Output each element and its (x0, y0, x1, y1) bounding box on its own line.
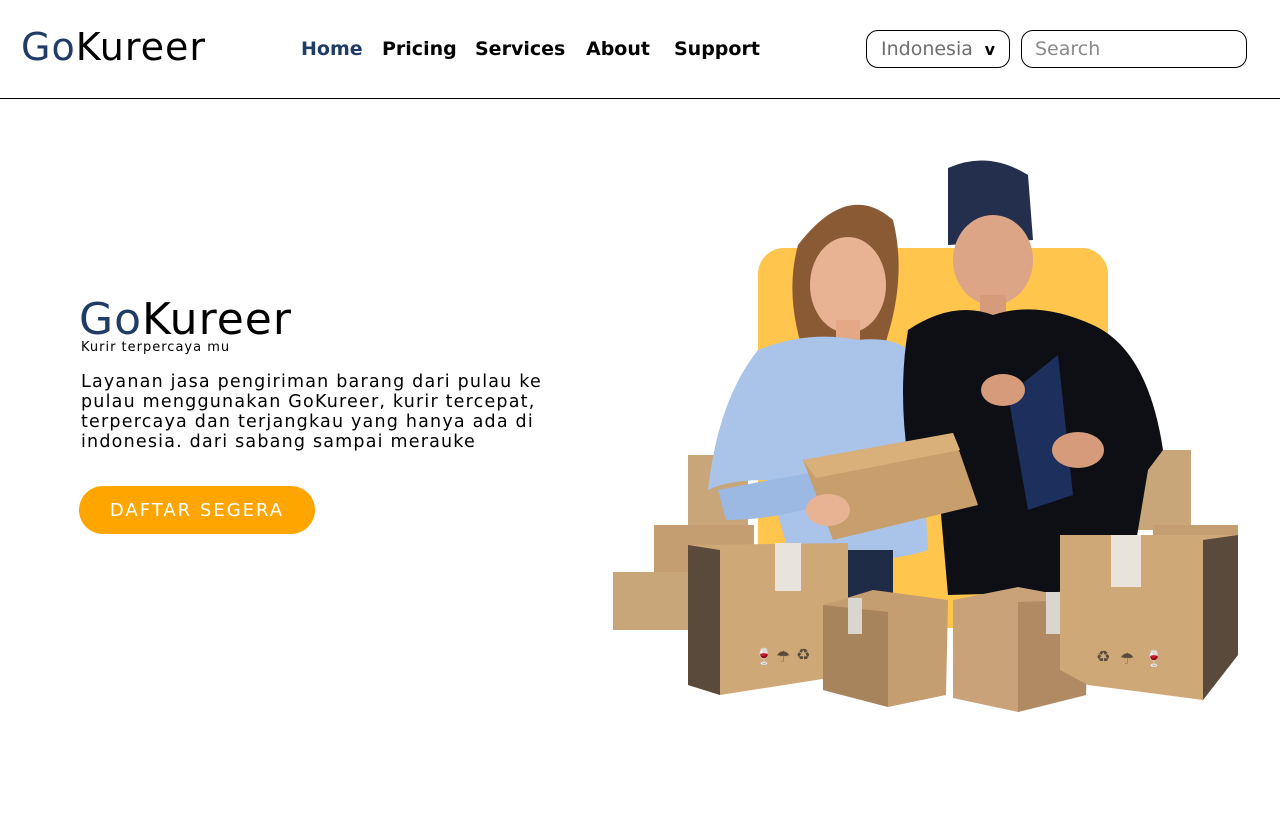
recycle-icon: ♻ (796, 645, 810, 664)
chevron-down-icon: v (984, 39, 995, 59)
logo-kureer: Kureer (75, 25, 206, 69)
nav-about[interactable]: About (586, 38, 650, 60)
country-select[interactable]: Indonesia v (866, 30, 1010, 68)
top-navbar: GoKureer Home Pricing Services About Sup… (0, 0, 1280, 99)
nav-pricing[interactable]: Pricing (382, 38, 457, 60)
svg-text:☂: ☂ (1120, 649, 1134, 668)
register-now-button[interactable]: DAFTAR SEGERA (79, 486, 315, 534)
hero-logo-kureer: Kureer (142, 294, 292, 345)
hero-logo-go: Go (79, 294, 143, 345)
fragile-icon: 🍷 (754, 647, 774, 666)
search-input[interactable] (1021, 30, 1247, 68)
nav-services[interactable]: Services (475, 38, 565, 60)
svg-text:🍷: 🍷 (1144, 649, 1164, 668)
nav-home[interactable]: Home (301, 38, 363, 60)
logo-go: Go (21, 25, 76, 69)
hero-logo: GoKureer (79, 294, 292, 346)
hero-tagline: Kurir terpercaya mu (81, 340, 231, 355)
keep-dry-icon: ☂ (776, 647, 790, 666)
nav-support[interactable]: Support (674, 38, 760, 60)
country-select-value: Indonesia (881, 38, 973, 60)
hero-description: Layanan jasa pengiriman barang dari pula… (81, 372, 542, 452)
courier-illustration: 🍷 ☂ ♻ ♻ ☂ 🍷 (613, 160, 1238, 712)
svg-text:♻: ♻ (1096, 647, 1110, 666)
brand-logo[interactable]: GoKureer (21, 24, 206, 70)
